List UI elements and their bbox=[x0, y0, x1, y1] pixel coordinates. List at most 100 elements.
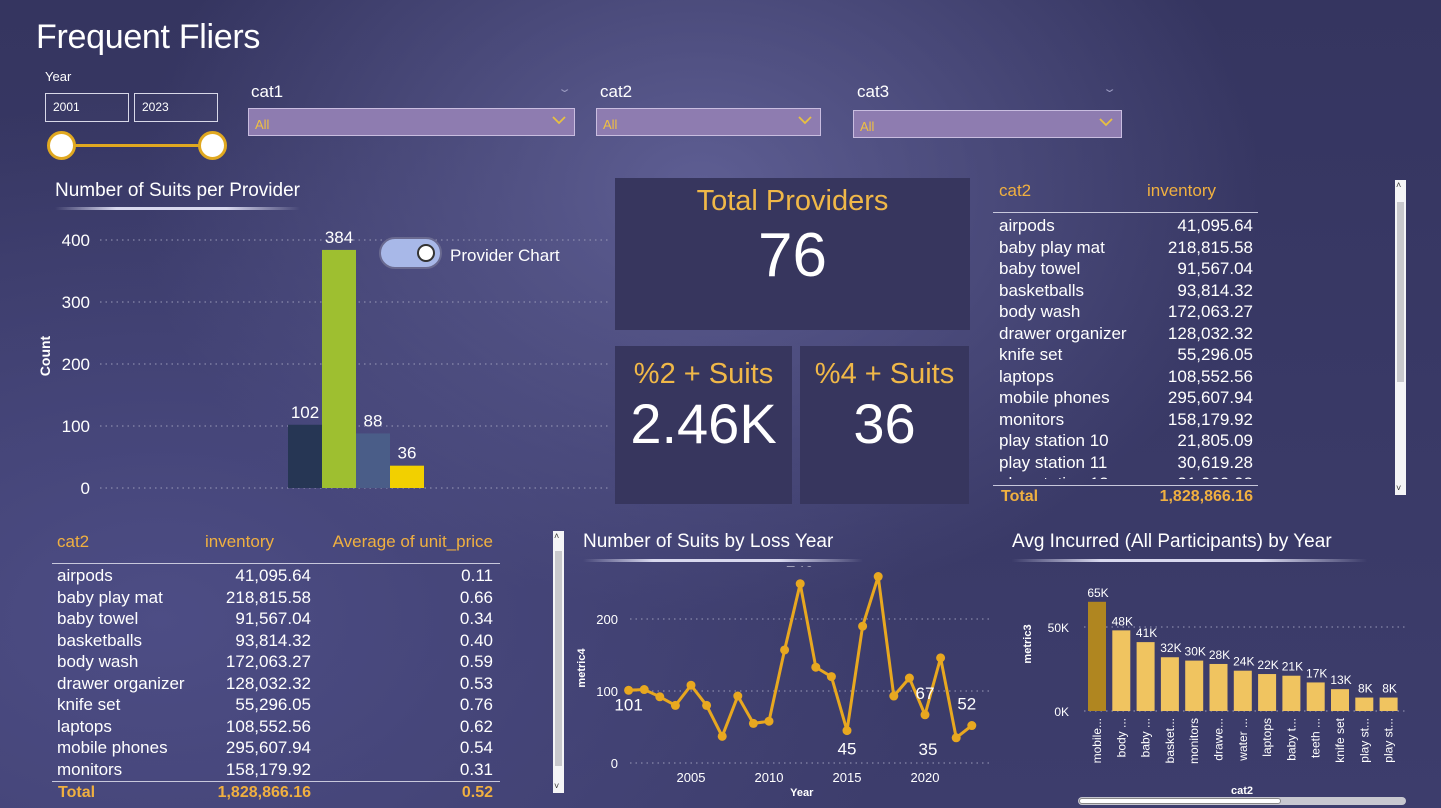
data-label: 8K bbox=[1382, 682, 1397, 696]
data-label: 101 bbox=[614, 695, 642, 714]
data-label: 67 bbox=[916, 684, 935, 703]
year-to-input[interactable]: 2023 bbox=[134, 93, 218, 122]
cat2-dropdown[interactable]: All bbox=[596, 108, 821, 136]
table-row[interactable]: body wash 172,063.27 bbox=[993, 301, 1260, 323]
x-tick-label: water ... bbox=[1236, 718, 1250, 762]
year-from-input[interactable]: 2001 bbox=[45, 93, 129, 122]
table-row[interactable]: airpods 41,095.64 bbox=[993, 215, 1260, 237]
data-label: 21K bbox=[1282, 660, 1303, 674]
bar bbox=[288, 424, 322, 488]
y-tick-label: 200 bbox=[596, 612, 618, 627]
provider-chart-toggle[interactable] bbox=[379, 237, 442, 269]
table-row[interactable]: knife set 55,296.05 bbox=[993, 344, 1260, 366]
data-label: 88 bbox=[364, 411, 383, 430]
total-inventory: 1,828,866.16 bbox=[217, 784, 311, 801]
total-label: Total bbox=[1001, 488, 1039, 505]
scrollbar-thumb[interactable] bbox=[1397, 202, 1404, 382]
data-point bbox=[764, 716, 774, 726]
table-row[interactable]: basketballs 93,814.32 0.40 bbox=[52, 630, 502, 652]
cat3-collapse-icon[interactable]: ⌄ bbox=[1102, 82, 1117, 95]
data-label: 35 bbox=[919, 740, 938, 759]
table-row[interactable]: monitors 158,179.92 0.31 bbox=[52, 759, 502, 781]
cat2-cell: drawer organizer bbox=[57, 673, 185, 693]
inventory-cell: 218,815.58 bbox=[225, 587, 311, 607]
scroll-up-icon[interactable]: ˄ bbox=[554, 531, 559, 541]
data-point bbox=[858, 621, 868, 631]
cat2-cell: drawer organizer bbox=[999, 323, 1127, 343]
cat2-cell: knife set bbox=[57, 695, 121, 714]
scrollbar-thumb[interactable] bbox=[1079, 798, 1281, 804]
table-row[interactable]: laptops 108,552.56 bbox=[993, 366, 1260, 388]
year-slider-start-handle[interactable] bbox=[47, 131, 76, 160]
table-row[interactable]: baby play mat 218,815.58 0.66 bbox=[52, 587, 502, 609]
data-point bbox=[889, 691, 899, 701]
avg-chart-horizontal-scrollbar[interactable] bbox=[1078, 797, 1406, 805]
table-row[interactable]: monitors 158,179.92 bbox=[993, 409, 1260, 431]
x-axis-label: Year bbox=[790, 787, 814, 799]
suits-2-value: 2.46K bbox=[630, 392, 777, 455]
series-line bbox=[628, 575, 973, 740]
table-row[interactable]: knife set 55,296.05 0.76 bbox=[52, 694, 502, 716]
inventory-cell: 172,063.27 bbox=[1167, 302, 1253, 321]
scroll-down-icon[interactable]: ˅ bbox=[1396, 483, 1401, 493]
table-row[interactable]: play station 11 30,619.28 bbox=[993, 452, 1260, 474]
price-table-scrollbar[interactable]: ˄ ˅ bbox=[553, 531, 564, 793]
table-row[interactable]: baby play mat 218,815.58 bbox=[993, 237, 1260, 259]
y-tick-label: 50K bbox=[1048, 621, 1069, 635]
y-tick-label: 100 bbox=[62, 417, 90, 436]
table-row[interactable]: play station 12 31,060.08 bbox=[993, 473, 1260, 479]
cat2-cell: monitors bbox=[57, 759, 123, 779]
cat1-dropdown[interactable]: All bbox=[248, 108, 575, 136]
data-label: 102 bbox=[291, 403, 319, 422]
loss-year-chart-title: Number of Suits by Loss Year bbox=[583, 531, 834, 552]
table-row[interactable]: play station 10 21,805.09 bbox=[993, 430, 1260, 452]
year-slider-end-handle[interactable] bbox=[198, 131, 227, 160]
cat1-collapse-icon[interactable]: ⌄ bbox=[557, 82, 572, 95]
bar bbox=[356, 433, 390, 488]
column-header-inventory[interactable]: inventory bbox=[1147, 181, 1216, 201]
chevron-down-icon bbox=[552, 116, 566, 125]
x-tick-label: basket... bbox=[1163, 718, 1177, 763]
scroll-down-icon[interactable]: ˅ bbox=[554, 781, 559, 791]
table-row[interactable]: laptops 108,552.56 0.62 bbox=[52, 716, 502, 738]
column-header-cat2[interactable]: cat2 bbox=[57, 532, 89, 552]
data-point bbox=[686, 680, 696, 690]
scroll-up-icon[interactable]: ˄ bbox=[1396, 180, 1401, 190]
table-row[interactable]: basketballs 93,814.32 bbox=[993, 280, 1260, 302]
table-row[interactable]: airpods 41,095.64 0.11 bbox=[52, 565, 502, 587]
table-row[interactable]: drawer organizer 128,032.32 bbox=[993, 323, 1260, 345]
cat2-cell: baby towel bbox=[999, 259, 1081, 278]
year-slider-track[interactable] bbox=[61, 144, 213, 147]
inventory-cell: 30,619.28 bbox=[1177, 452, 1253, 472]
data-point bbox=[702, 700, 712, 710]
cat2-cell: baby play mat bbox=[999, 237, 1105, 257]
data-label: 52 bbox=[957, 695, 976, 714]
inventory-cell: 108,552.56 bbox=[1167, 366, 1253, 386]
table-row[interactable]: mobile phones 295,607.94 0.54 bbox=[52, 737, 502, 759]
table-row[interactable]: drawer organizer 128,032.32 0.53 bbox=[52, 673, 502, 695]
inventory-cell: 21,805.09 bbox=[1177, 431, 1253, 450]
cat3-dropdown[interactable]: All bbox=[853, 110, 1122, 138]
x-tick-label: baby ... bbox=[1139, 718, 1153, 757]
data-label: 48K bbox=[1112, 614, 1133, 628]
avg-unit-price-cell: 0.54 bbox=[459, 738, 493, 757]
data-label: 36 bbox=[398, 444, 417, 463]
table-row[interactable]: baby towel 91,567.04 0.34 bbox=[52, 608, 502, 630]
x-tick-label: play st... bbox=[1382, 718, 1396, 763]
x-tick-label: body ... bbox=[1114, 718, 1128, 757]
bar bbox=[322, 249, 356, 488]
data-label: 24K bbox=[1233, 655, 1254, 669]
table-row[interactable]: body wash 172,063.27 0.59 bbox=[52, 651, 502, 673]
scrollbar-thumb[interactable] bbox=[555, 551, 562, 766]
data-point bbox=[717, 731, 727, 741]
inventory-table-scrollbar[interactable]: ˄ ˅ bbox=[1395, 180, 1406, 495]
table-row[interactable]: mobile phones 295,607.94 bbox=[993, 387, 1260, 409]
column-header-inventory[interactable]: inventory bbox=[205, 532, 274, 552]
column-header-cat2[interactable]: cat2 bbox=[999, 181, 1031, 201]
bar bbox=[1331, 689, 1349, 711]
table-row[interactable]: baby towel 91,567.04 bbox=[993, 258, 1260, 280]
column-header-avg-unit-price[interactable]: Average of unit_price bbox=[333, 532, 493, 552]
total-separator bbox=[993, 485, 1258, 486]
y-tick-label: 0K bbox=[1054, 705, 1069, 719]
data-point bbox=[624, 685, 634, 695]
